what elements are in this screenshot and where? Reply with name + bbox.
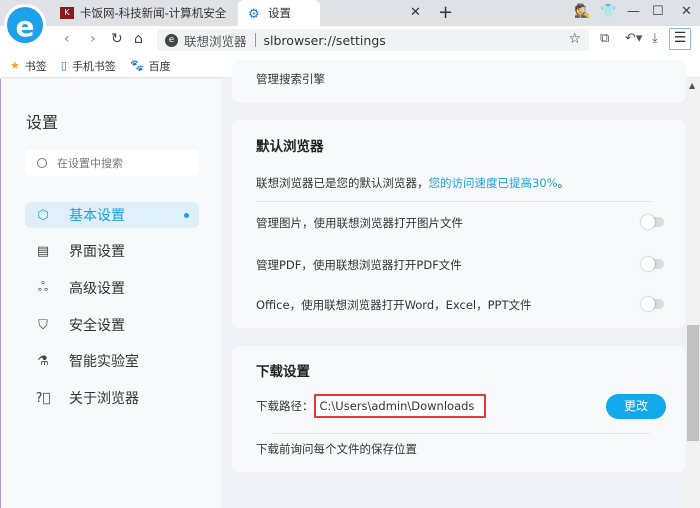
- sidebar-title: 设置: [26, 113, 59, 132]
- download-settings-card: 下载设置 下载路径： C:\Users\admin\Downloads 更改 下载…: [232, 346, 686, 472]
- new-tab-button[interactable]: +: [438, 2, 453, 23]
- forward-button[interactable]: ›: [90, 31, 96, 47]
- sidebar-item-label: 高级设置: [69, 281, 125, 297]
- skin-icon[interactable]: 👕: [600, 4, 616, 19]
- bookmark-label: 百度: [148, 59, 171, 73]
- home-button[interactable]: ⌂: [134, 31, 143, 47]
- settings-sidebar: 设置 在设置中搜索 ⬡ 基本设置 ▤ 界面设置 ஃ 高级设置 ⛉ 安全设置 ⚗ 智能实验室…: [0, 79, 222, 508]
- search-engine-card: 管理搜索引擎: [232, 60, 686, 103]
- bookmark-item[interactable]: ★ 书签: [10, 58, 47, 74]
- close-tab-icon[interactable]: ✕: [410, 5, 421, 20]
- option-label: Office，使用联想浏览器打开Word，Excel，PPT文件: [256, 298, 532, 312]
- bookmark-star-icon[interactable]: ☆: [568, 31, 581, 47]
- divider: [256, 201, 652, 202]
- download-path-value: C:\Users\admin\Downloads: [313, 394, 487, 418]
- section-title: 下载设置: [256, 364, 310, 380]
- back-button[interactable]: ‹: [64, 31, 70, 47]
- active-dot: [184, 213, 189, 218]
- status-text: 联想浏览器已是您的默认浏览器，: [256, 176, 429, 190]
- status-end: 。: [557, 176, 570, 190]
- flask-icon: ⚗: [37, 353, 49, 369]
- change-path-button[interactable]: 更改: [606, 394, 666, 419]
- images-toggle[interactable]: [641, 215, 664, 229]
- phone-icon: ▯: [60, 59, 67, 72]
- download-path-row: 下载路径： C:\Users\admin\Downloads: [256, 394, 487, 418]
- divider: [254, 33, 256, 47]
- option-label: 管理PDF，使用联想浏览器打开PDF文件: [256, 258, 462, 272]
- url-text[interactable]: slbrowser://settings: [264, 33, 386, 48]
- default-browser-card: 默认浏览器 联想浏览器已是您的默认浏览器，您的访问速度已提高30%。 管理图片，…: [232, 120, 686, 328]
- pdf-toggle[interactable]: [641, 257, 664, 271]
- kafan-icon: K: [60, 7, 74, 19]
- site-icon: e: [165, 33, 178, 47]
- sidebar-item-about[interactable]: ?⃝ 关于浏览器: [25, 385, 199, 411]
- office-toggle[interactable]: [641, 297, 664, 311]
- help-icon: ?⃝: [35, 390, 51, 406]
- maximize-button[interactable]: ☐: [652, 4, 664, 19]
- sidebar-item-label: 界面设置: [69, 244, 125, 260]
- sidebar-item-security[interactable]: ⛉ 安全设置: [25, 312, 199, 338]
- close-window-button[interactable]: ✕: [681, 4, 692, 19]
- site-name: 联想浏览器: [184, 33, 247, 49]
- hexagon-gear-icon: ⬡: [37, 207, 49, 223]
- sidebar-item-label: 安全设置: [69, 318, 125, 334]
- option-label: 管理图片，使用联想浏览器打开图片文件: [256, 216, 463, 230]
- section-title: 默认浏览器: [256, 139, 324, 155]
- search-placeholder: 在设置中搜索: [57, 157, 123, 170]
- star-icon: ★: [10, 59, 20, 72]
- address-bar[interactable]: e 联想浏览器 slbrowser://settings ☆: [157, 29, 589, 51]
- circles-icon: ஃ: [37, 280, 49, 295]
- sidebar-item-advanced[interactable]: ஃ 高级设置: [25, 275, 199, 301]
- divider: [272, 433, 650, 434]
- window-icon: ▤: [36, 243, 50, 259]
- undo-close-icon[interactable]: ↶▾: [625, 31, 642, 46]
- sidebar-item-basic[interactable]: ⬡ 基本设置: [25, 202, 199, 228]
- bookmark-item[interactable]: ▯ 手机书签: [61, 58, 116, 74]
- ask-save-location-label[interactable]: 下载前询问每个文件的保存位置: [256, 441, 417, 457]
- search-icon: [37, 158, 47, 168]
- tab-label: 卡饭网-科技新闻-计算机安全: [80, 6, 227, 20]
- bookmark-label: 书签: [24, 59, 47, 73]
- scroll-up-icon[interactable]: ▲: [689, 81, 695, 90]
- bookmark-item[interactable]: 🐾 百度: [130, 58, 171, 74]
- title-bar: K 卡饭网-科技新闻-计算机安全 ⚙ 设置 ✕ + 🕵 👕 — ☐ ✕: [0, 0, 700, 26]
- download-icon[interactable]: ⤓: [652, 31, 658, 46]
- extensions-icon[interactable]: ⧉: [600, 31, 609, 46]
- path-label: 下载路径：: [256, 399, 314, 413]
- baidu-paw-icon: 🐾: [129, 59, 144, 72]
- reload-button[interactable]: ↻: [111, 31, 123, 47]
- sidebar-item-lab[interactable]: ⚗ 智能实验室: [25, 348, 199, 374]
- shield-icon: ⛉: [38, 317, 48, 333]
- bookmark-label: 手机书签: [71, 59, 116, 73]
- incognito-icon[interactable]: 🕵: [574, 4, 590, 19]
- sidebar-item-label: 基本设置: [69, 208, 125, 224]
- menu-button[interactable]: ☰: [669, 28, 691, 50]
- default-status: 联想浏览器已是您的默认浏览器，您的访问速度已提高30%。: [256, 175, 569, 191]
- sidebar-item-label: 关于浏览器: [69, 391, 139, 407]
- minimize-button[interactable]: —: [627, 4, 640, 19]
- browser-logo: e: [4, 4, 46, 46]
- sidebar-item-appearance[interactable]: ▤ 界面设置: [25, 238, 199, 264]
- tab-kafan[interactable]: K 卡饭网-科技新闻-计算机安全: [50, 0, 238, 26]
- scrollbar-thumb[interactable]: [687, 325, 699, 441]
- scrollbar[interactable]: ▲: [686, 79, 700, 508]
- tab-settings[interactable]: ⚙ 设置: [238, 0, 320, 26]
- sidebar-item-label: 智能实验室: [69, 354, 139, 370]
- settings-search-input[interactable]: 在设置中搜索: [25, 150, 199, 176]
- tab-label: 设置: [268, 6, 291, 20]
- search-engine-label[interactable]: 管理搜索引擎: [256, 71, 325, 87]
- speed-link[interactable]: 您的访问速度已提高30%: [429, 176, 558, 190]
- navigation-bar: ‹ › ↻ ⌂ e 联想浏览器 slbrowser://settings ☆ ⧉…: [0, 26, 700, 54]
- gear-icon: ⚙: [248, 7, 260, 22]
